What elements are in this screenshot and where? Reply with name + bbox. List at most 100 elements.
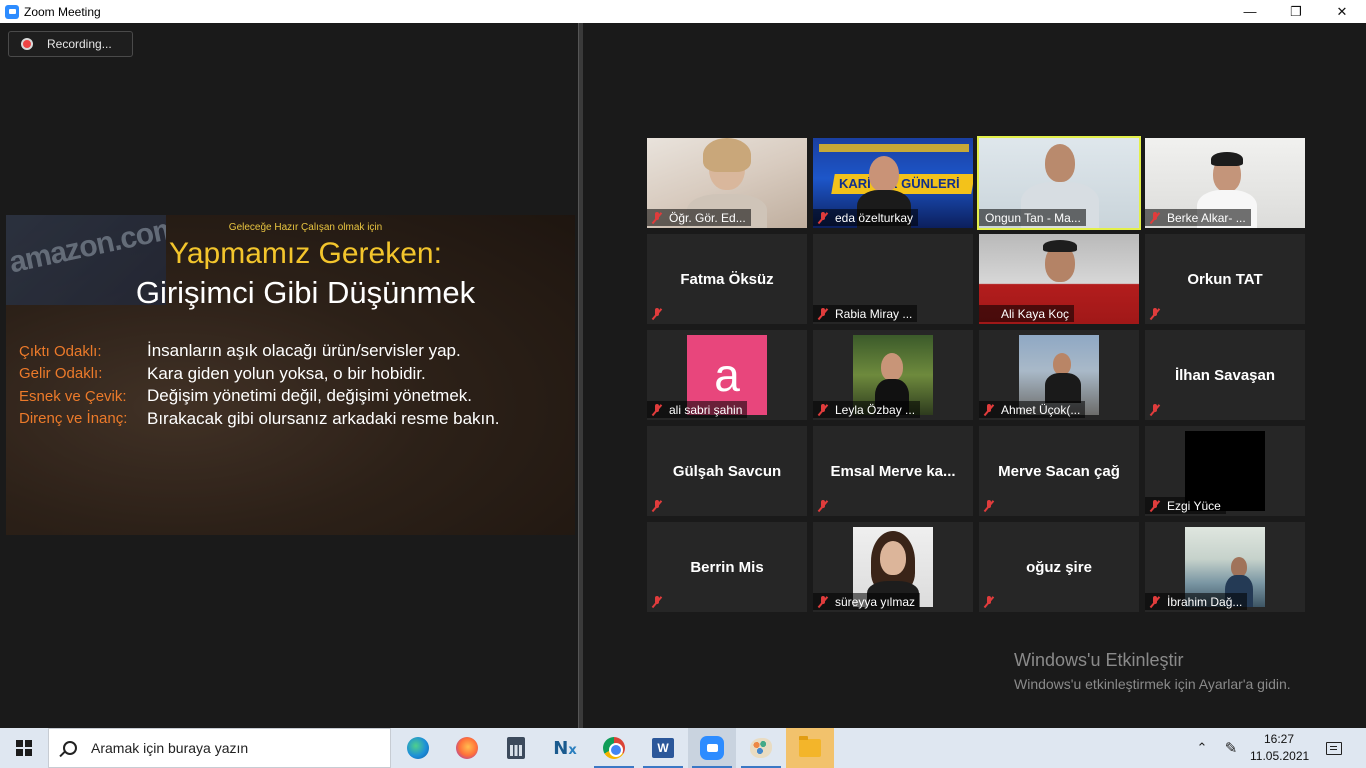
participant-display-name: Berrin Mis: [690, 558, 764, 576]
participant-display-name: Emsal Merve ka...: [830, 462, 956, 480]
taskbar-word[interactable]: W: [639, 728, 687, 768]
muted-mic-icon: [1149, 499, 1161, 512]
participant-name: Rabia Miray ...: [835, 306, 913, 321]
pen-workspace-icon[interactable]: ✎: [1218, 728, 1244, 768]
participant-tile[interactable]: süreyya yılmaz: [813, 522, 973, 612]
participant-name-bar: eda özelturkay: [813, 209, 919, 226]
participant-tile[interactable]: Berrin Mis: [647, 522, 807, 612]
participant-name-bar: ali sabri şahin: [647, 401, 748, 418]
muted-mic-icon: [1149, 595, 1161, 608]
participant-tile[interactable]: Ezgi Yüce: [1145, 426, 1305, 516]
restore-icon[interactable]: ❐: [1273, 0, 1319, 23]
participant-name-bar: Ezgi Yüce: [1145, 497, 1226, 514]
participant-name-bar: [1145, 305, 1166, 322]
close-icon[interactable]: ✕: [1319, 0, 1365, 23]
participant-tile[interactable]: Rabia Miray ...: [813, 234, 973, 324]
muted-mic-icon: [983, 499, 995, 512]
participant-tile[interactable]: Fatma Öksüz: [647, 234, 807, 324]
participant-display-name: Gülşah Savcun: [672, 462, 782, 480]
participant-tile[interactable]: Merve Sacan çağ: [979, 426, 1139, 516]
participant-tile[interactable]: Öğr. Gör. Ed...: [647, 138, 807, 228]
slide-heading: Yapmamız Gereken:: [169, 237, 442, 270]
taskbar: Nx W ⌃ ✎ 16:27 11.05.2021: [0, 728, 1366, 768]
shared-screen: amazon.com Geleceğe Hazır Çalışan olmak …: [6, 215, 575, 535]
participant-name-bar: [1145, 401, 1166, 418]
taskbar-calculator[interactable]: [492, 728, 540, 768]
participant-tile[interactable]: İlhan Savaşan: [1145, 330, 1305, 420]
zoom-icon: [700, 736, 724, 760]
action-center-notification-icon[interactable]: [1316, 728, 1352, 768]
start-button[interactable]: [0, 728, 48, 768]
window-title: Zoom Meeting: [24, 4, 101, 19]
minimize-icon[interactable]: —: [1227, 0, 1273, 23]
taskbar-search[interactable]: [48, 728, 391, 768]
participant-name: İbrahim Dağ...: [1167, 594, 1243, 609]
activation-watermark-subtitle: Windows'u etkinleştirmek için Ayarlar'a …: [1014, 676, 1291, 692]
muted-mic-icon: [651, 499, 663, 512]
taskbar-nx[interactable]: Nx: [541, 728, 589, 768]
participant-tile[interactable]: Orkun TAT: [1145, 234, 1305, 324]
calculator-icon: [507, 737, 525, 759]
muted-mic-icon: [983, 403, 995, 416]
taskbar-chrome[interactable]: [590, 728, 638, 768]
participant-tile-active-speaker[interactable]: Ongun Tan - Ma...: [977, 136, 1141, 230]
recording-indicator[interactable]: Recording...: [8, 31, 133, 57]
participant-name: Ahmet Üçok(...: [1001, 402, 1081, 417]
clock-time: 16:27: [1263, 732, 1295, 746]
slide-row-value: Değişim yönetimi değil, değişimi yönetme…: [147, 386, 473, 406]
muted-mic-icon: [983, 595, 995, 608]
participant-tile[interactable]: KARİYER GÜNLERİ eda özelturkay: [813, 138, 973, 228]
taskbar-firefox[interactable]: [443, 728, 491, 768]
participant-name-bar: [647, 305, 668, 322]
slide-row: Direnç ve İnanç: Bırakacak gibi olursanı…: [19, 408, 499, 431]
slide-row-value: İnsanların aşık olacağı ürün/servisler y…: [147, 341, 461, 361]
taskbar-paint[interactable]: [737, 728, 785, 768]
participant-name-bar: [647, 593, 668, 610]
taskbar-edge[interactable]: [394, 728, 442, 768]
muted-mic-icon: [817, 403, 829, 416]
taskbar-file-explorer[interactable]: [786, 728, 834, 768]
slide-kicker: Geleceğe Hazır Çalışan olmak için: [228, 222, 383, 233]
recording-label: Recording...: [47, 37, 112, 51]
nx-icon: Nx: [553, 737, 577, 759]
slide-row-key: Gelir Odaklı:: [19, 365, 103, 383]
zoom-app-icon: [5, 4, 19, 19]
muted-mic-icon: [651, 211, 663, 224]
participant-tile[interactable]: Berke Alkar- ...: [1145, 138, 1305, 228]
participant-name: Leyla Özbay ...: [835, 402, 916, 417]
windows-logo-icon: [16, 740, 32, 756]
participant-tile[interactable]: Emsal Merve ka...: [813, 426, 973, 516]
word-icon: W: [652, 738, 674, 758]
muted-mic-icon: [817, 307, 829, 320]
slide-row: Çıktı Odaklı: İnsanların aşık olacağı ür…: [19, 340, 499, 363]
participant-display-name: Fatma Öksüz: [680, 270, 774, 288]
taskbar-clock[interactable]: 16:27 11.05.2021: [1250, 731, 1309, 765]
view-splitter[interactable]: [578, 23, 583, 728]
edge-icon: [407, 737, 429, 759]
participant-tile[interactable]: oğuz şire: [979, 522, 1139, 612]
participant-name-bar: [979, 497, 1000, 514]
participant-display-name: Orkun TAT: [1187, 270, 1263, 288]
meeting-area: Recording... amazon.com Geleceğe Hazır Ç…: [0, 23, 1366, 728]
chrome-icon: [603, 737, 625, 759]
muted-mic-icon: [817, 595, 829, 608]
muted-mic-icon: [817, 499, 829, 512]
slide-row-key: Çıktı Odaklı:: [19, 342, 102, 360]
participant-tile[interactable]: Leyla Özbay ...: [813, 330, 973, 420]
participant-tile[interactable]: a ali sabri şahin: [647, 330, 807, 420]
muted-mic-icon: [1149, 307, 1161, 320]
participant-tile[interactable]: Gülşah Savcun: [647, 426, 807, 516]
taskbar-zoom[interactable]: [688, 728, 736, 768]
participant-name-bar: Öğr. Gör. Ed...: [647, 209, 751, 226]
participant-name: Ali Kaya Koç: [1001, 306, 1070, 321]
show-hidden-icons-chevron-up-icon[interactable]: ⌃: [1190, 728, 1214, 768]
muted-mic-icon: [651, 307, 663, 320]
participant-name: Ongun Tan - Ma...: [985, 210, 1081, 225]
search-input[interactable]: [91, 740, 371, 756]
participant-tile[interactable]: Ali Kaya Koç: [979, 234, 1139, 324]
participant-name: eda özelturkay: [835, 210, 914, 225]
record-dot-icon: [21, 38, 33, 50]
participant-name-bar: Ongun Tan - Ma...: [979, 209, 1086, 226]
participant-tile[interactable]: Ahmet Üçok(...: [979, 330, 1139, 420]
participant-tile[interactable]: İbrahim Dağ...: [1145, 522, 1305, 612]
